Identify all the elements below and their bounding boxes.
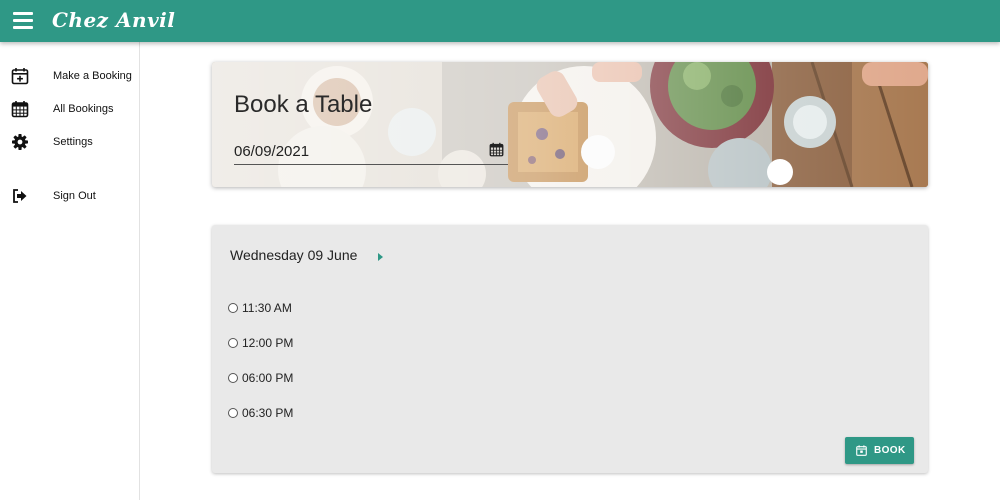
sidebar-item-label: Settings bbox=[53, 136, 93, 148]
radio-button[interactable] bbox=[228, 408, 238, 418]
app-brand: Chez Anvil bbox=[52, 8, 176, 32]
sidebar-item-sign-out[interactable]: Sign Out bbox=[0, 184, 139, 210]
time-slot-label: 11:30 AM bbox=[242, 301, 292, 315]
time-slot-label: 12:00 PM bbox=[242, 336, 294, 350]
booking-header-card: Book a Table 06/09/2021 bbox=[212, 62, 928, 187]
sidebar-item-label: Sign Out bbox=[53, 190, 96, 202]
radio-button[interactable] bbox=[228, 338, 238, 348]
book-button[interactable]: BOOK bbox=[845, 437, 914, 464]
sign-out-icon bbox=[13, 189, 27, 203]
date-input-value: 06/09/2021 bbox=[234, 143, 310, 160]
calendar-plus-icon bbox=[11, 68, 29, 85]
radio-button[interactable] bbox=[228, 303, 238, 313]
date-input[interactable]: 06/09/2021 bbox=[234, 139, 508, 165]
sidebar-item-all-bookings[interactable]: All Bookings bbox=[0, 97, 139, 123]
sidebar-item-label: All Bookings bbox=[53, 103, 114, 115]
hero-overlay bbox=[212, 62, 928, 187]
next-day-icon[interactable] bbox=[378, 253, 383, 261]
sidebar: Make a Booking All Bookings Settings Sig… bbox=[0, 42, 140, 500]
sidebar-item-label: Make a Booking bbox=[53, 70, 132, 82]
time-slot-card: Wednesday 09 June 11:30 AM 12:00 PM 06:0… bbox=[212, 225, 928, 473]
menu-icon[interactable] bbox=[13, 12, 33, 29]
calendar-check-icon bbox=[856, 445, 867, 456]
calendar-icon[interactable] bbox=[489, 142, 504, 157]
sidebar-item-settings[interactable]: Settings bbox=[0, 130, 139, 156]
sidebar-item-make-a-booking[interactable]: Make a Booking bbox=[0, 64, 139, 90]
radio-button[interactable] bbox=[228, 373, 238, 383]
selected-day-label: Wednesday 09 June bbox=[230, 247, 358, 263]
book-button-label: BOOK bbox=[874, 445, 906, 456]
main-content: Book a Table 06/09/2021 Wednesday 09 Jun… bbox=[141, 42, 1000, 500]
page-title: Book a Table bbox=[234, 91, 373, 118]
app-bar: Chez Anvil bbox=[0, 0, 1000, 42]
time-slot-label: 06:00 PM bbox=[242, 371, 294, 385]
time-slot-label: 06:30 PM bbox=[242, 406, 294, 420]
gear-icon bbox=[12, 134, 28, 150]
calendar-grid-icon bbox=[11, 101, 29, 118]
